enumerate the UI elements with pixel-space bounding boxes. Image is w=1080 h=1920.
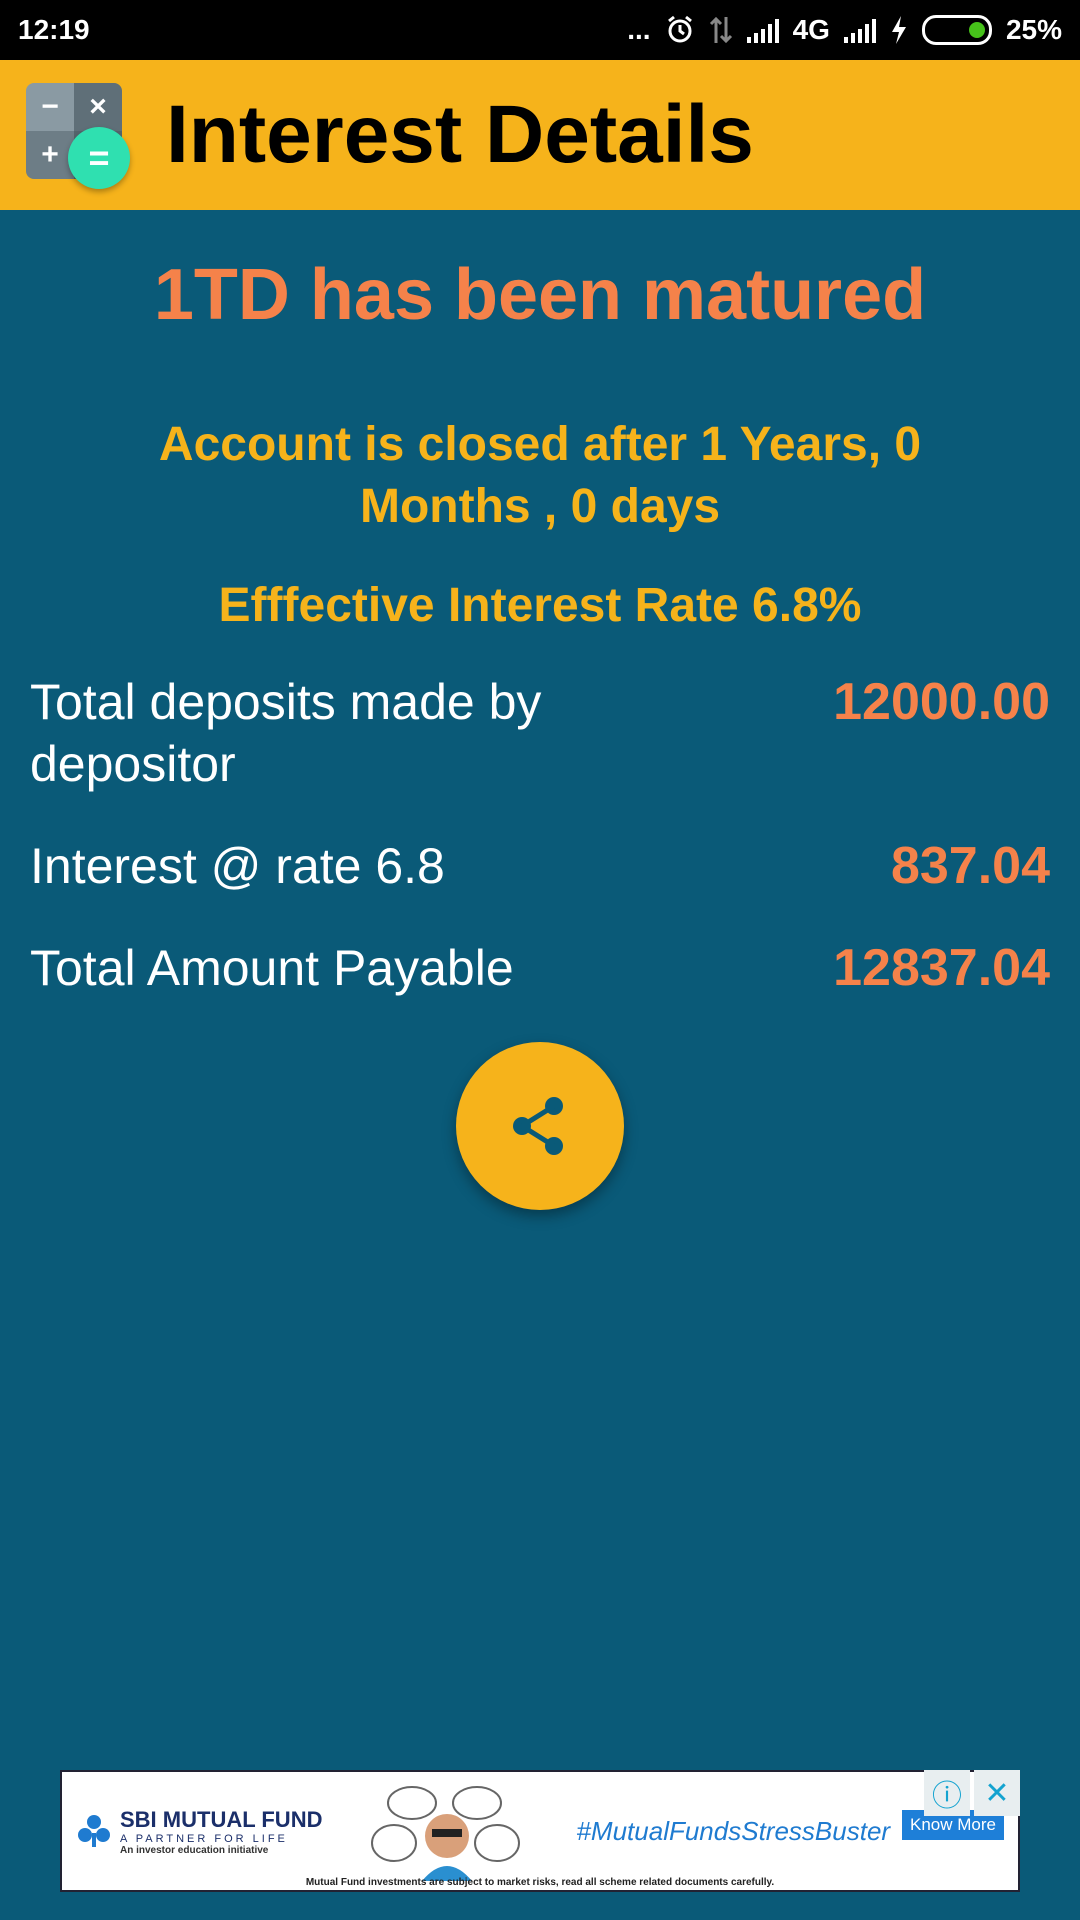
signal-icon-2 [843,17,876,43]
status-icons: ... 4G 25% [627,14,1062,46]
ad-subline: An investor education initiative [120,1844,269,1856]
ad-brand: SBI MUTUAL FUND [120,1806,323,1832]
total-deposits-value: 12000.00 [833,673,1050,731]
ad-tagline: A PARTNER FOR LIFE [120,1832,288,1845]
times-icon: × [74,83,122,131]
total-payable-value: 12837.04 [833,939,1050,997]
sbi-logo-icon [78,1815,110,1847]
ad-logo: SBI MUTUAL FUND A PARTNER FOR LIFE An in… [76,1807,322,1856]
ad-hashtag: #MutualFundsStressBuster [576,1815,891,1846]
app-bar: − × + = Interest Details [0,60,1080,210]
interest-value: 837.04 [890,837,1050,895]
interest-row: Interest @ rate 6.8 837.04 [0,835,1080,897]
signal-icon [746,17,779,43]
status-bar: 12:19 ... 4G 25% [0,0,1080,60]
interest-details-content: 1TD has been matured Account is closed a… [0,210,1080,999]
account-closed-text: Account is closed after 1 Years, 0 Month… [158,418,922,533]
share-icon [513,1097,563,1155]
effective-rate-text: Efffective Interest Rate 6.8% [218,579,862,632]
battery-icon [921,15,992,45]
total-payable-label: Total Amount Payable [30,940,514,996]
calculator-app-icon: − × + = [26,83,130,189]
more-notifications-icon: ... [627,14,651,45]
total-deposits-row: Total deposits made by depositor 12000.0… [0,671,1080,795]
status-time: 12:19 [18,14,90,45]
ad-banner[interactable]: SBI MUTUAL FUND A PARTNER FOR LIFE An in… [60,1770,1020,1892]
alarm-icon [665,15,695,45]
ad-info-icon[interactable]: ⓘ [924,1770,970,1816]
interest-label: Interest @ rate 6.8 [30,838,445,894]
total-deposits-label: Total deposits made by depositor [30,674,542,792]
matured-heading: 1TD has been matured [153,255,927,335]
equals-icon: = [68,127,130,189]
page-title: Interest Details [166,89,754,180]
minus-icon: − [26,83,74,131]
battery-percent: 25% [1005,14,1062,45]
ad-controls: ⓘ ✕ [924,1770,1020,1816]
charging-icon [890,15,908,45]
network-type: 4G [792,14,830,45]
ad-disclaimer: Mutual Fund investments are subject to m… [305,1877,775,1888]
data-transfer-icon [709,15,733,45]
ad-illustration [371,1786,521,1881]
total-payable-row: Total Amount Payable 12837.04 [0,937,1080,999]
share-button[interactable] [456,1042,624,1210]
ad-close-icon[interactable]: ✕ [974,1770,1020,1816]
plus-icon: + [26,131,74,179]
